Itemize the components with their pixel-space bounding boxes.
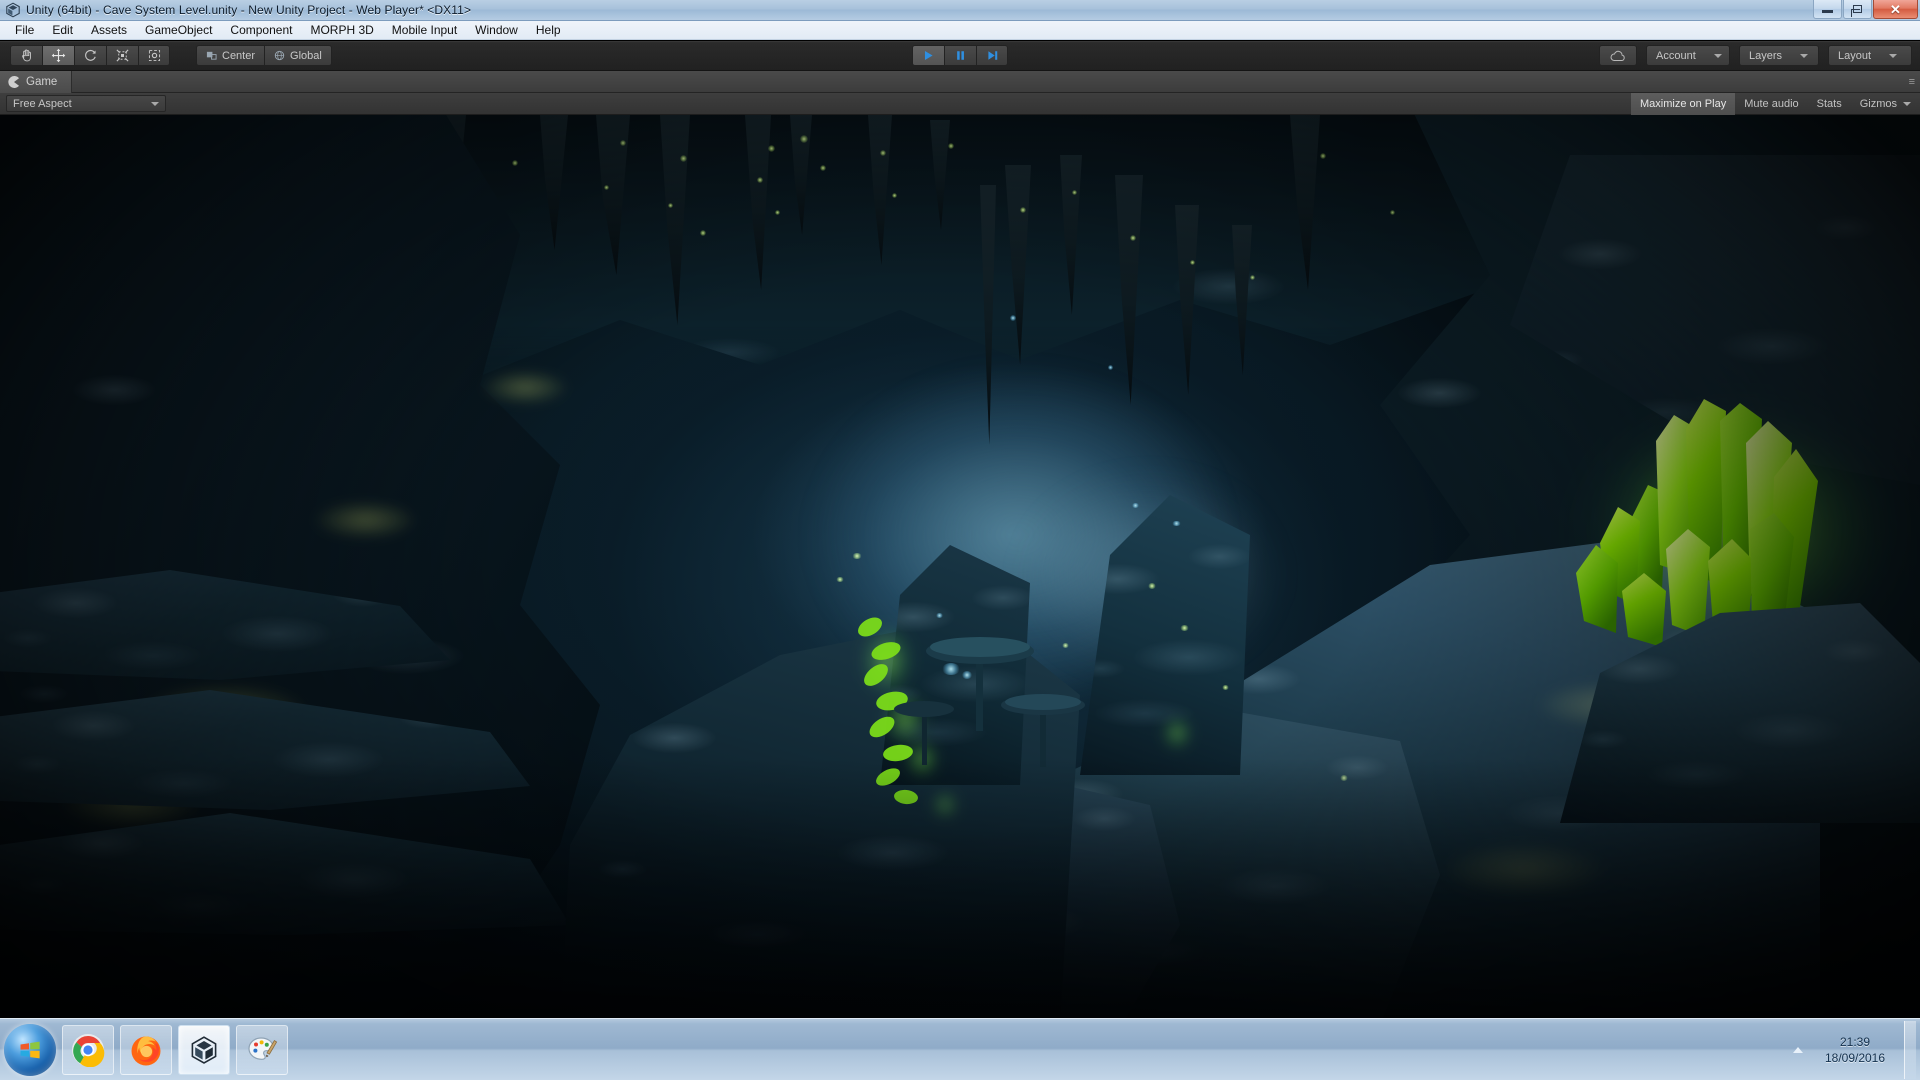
globe-icon (274, 50, 285, 61)
pause-button[interactable] (944, 45, 976, 66)
layers-dropdown[interactable]: Layers (1739, 45, 1819, 66)
unity-toolbar: Center Global Account Layers Layout (0, 41, 1920, 71)
game-view-control-bar: Free Aspect Maximize on Play Mute audio … (0, 92, 1920, 115)
windows-taskbar: 21:39 18/09/2016 (0, 1018, 1920, 1080)
cave-scene (0, 115, 1920, 1018)
pivot-center-icon (206, 51, 217, 60)
menu-gameobject[interactable]: GameObject (136, 21, 221, 39)
chevron-down-icon (1713, 53, 1722, 58)
pivot-mode-label: Center (222, 49, 256, 62)
gizmos-dropdown[interactable]: Gizmos (1851, 93, 1920, 115)
maximize-on-play-toggle[interactable]: Maximize on Play (1631, 92, 1736, 115)
show-hidden-icons-button[interactable] (1787, 1030, 1809, 1070)
collab-cloud-button[interactable] (1599, 45, 1637, 66)
system-tray: 21:39 18/09/2016 (1787, 1019, 1920, 1080)
chevron-down-icon (151, 101, 159, 106)
menu-morph-3d[interactable]: MORPH 3D (301, 21, 382, 39)
unity-app-icon (5, 2, 21, 18)
account-dropdown[interactable]: Account (1646, 45, 1730, 66)
chevron-down-icon (1903, 101, 1911, 106)
triangle-up-icon (1793, 1046, 1803, 1053)
aspect-ratio-label: Free Aspect (13, 97, 72, 110)
clock-time: 21:39 (1839, 1034, 1871, 1049)
menu-edit[interactable]: Edit (43, 21, 82, 39)
menu-window[interactable]: Window (466, 21, 527, 39)
paint-icon (248, 1036, 278, 1060)
play-button[interactable] (912, 45, 944, 66)
rect-transform-icon (148, 49, 160, 62)
account-label: Account (1656, 49, 1696, 62)
pivot-rotation-toggles: Center Global (196, 45, 332, 66)
taskbar-paint[interactable] (236, 1024, 288, 1075)
minimize-button[interactable] (1813, 0, 1842, 19)
rotation-mode-label: Global (290, 49, 322, 62)
stats-label: Stats (1816, 97, 1842, 110)
windows-logo-icon (20, 1041, 40, 1058)
show-desktop-button[interactable] (1904, 1020, 1916, 1079)
layout-dropdown[interactable]: Layout (1828, 45, 1912, 66)
pause-icon (957, 51, 964, 60)
toolbar-right-group: Account Layers Layout (1599, 45, 1912, 66)
panel-tab-strip: Game ≡ (0, 70, 1920, 93)
rotate-icon (85, 49, 96, 61)
minimize-icon (1822, 10, 1833, 13)
restore-button[interactable] (1843, 0, 1872, 19)
rotation-mode-button[interactable]: Global (264, 45, 332, 66)
tab-game[interactable]: Game (0, 70, 73, 93)
taskbar-unity[interactable] (178, 1024, 230, 1075)
firefox-icon (131, 1036, 161, 1065)
pivot-mode-button[interactable]: Center (196, 45, 265, 66)
tab-context-menu-icon[interactable]: ≡ (1909, 76, 1916, 88)
unity-editor-window: Unity (64bit) - Cave System Level.unity … (0, 0, 1920, 1080)
chrome-icon (72, 1033, 105, 1067)
window-title: Unity (64bit) - Cave System Level.unity … (26, 3, 472, 17)
tab-game-label: Game (26, 75, 58, 88)
menu-bar: File Edit Assets GameObject Component MO… (0, 21, 1920, 40)
clock-date: 18/09/2016 (1824, 1050, 1886, 1065)
scene-vignette (0, 115, 1920, 1018)
menu-assets[interactable]: Assets (82, 21, 136, 39)
mute-audio-toggle[interactable]: Mute audio (1735, 93, 1807, 115)
game-view-icon (8, 75, 19, 88)
scale-icon (116, 49, 129, 62)
gizmos-label: Gizmos (1859, 97, 1897, 110)
menu-component[interactable]: Component (221, 21, 301, 39)
rotate-tool-button[interactable] (74, 45, 106, 66)
hand-tool-button[interactable] (10, 45, 42, 66)
maximize-on-play-label: Maximize on Play (1640, 97, 1727, 110)
mute-audio-label: Mute audio (1744, 97, 1799, 110)
cloud-icon (1610, 50, 1625, 61)
taskbar-chrome[interactable] (62, 1024, 114, 1075)
stats-toggle[interactable]: Stats (1808, 93, 1851, 115)
close-icon: ✕ (1890, 1, 1901, 17)
scale-tool-button[interactable] (106, 45, 138, 66)
restore-icon (1851, 5, 1862, 17)
chevron-down-icon (1800, 53, 1809, 58)
title-bar: Unity (64bit) - Cave System Level.unity … (0, 0, 1920, 21)
play-icon (924, 51, 933, 60)
chevron-down-icon (1889, 53, 1898, 58)
rect-tool-button[interactable] (138, 45, 170, 66)
step-icon (987, 51, 997, 60)
move-tool-button[interactable] (42, 45, 74, 66)
start-button[interactable] (4, 1023, 56, 1076)
hand-icon (22, 49, 31, 62)
aspect-ratio-dropdown[interactable]: Free Aspect (6, 95, 166, 112)
menu-file[interactable]: File (6, 21, 43, 39)
play-controls (912, 45, 1008, 66)
clock[interactable]: 21:39 18/09/2016 (1809, 1028, 1901, 1072)
menu-help[interactable]: Help (527, 21, 570, 39)
unity-icon (191, 1035, 217, 1064)
step-button[interactable] (976, 45, 1008, 66)
menu-mobile-input[interactable]: Mobile Input (383, 21, 466, 39)
game-view-toggles: Maximize on Play Mute audio Stats Gizmos (1631, 92, 1920, 115)
move-arrows-icon (51, 48, 66, 63)
layout-label: Layout (1838, 49, 1872, 62)
transform-tools (10, 45, 170, 66)
taskbar-firefox[interactable] (120, 1024, 172, 1075)
game-render-area[interactable] (0, 115, 1920, 1018)
close-button[interactable]: ✕ (1873, 0, 1918, 19)
layers-label: Layers (1749, 49, 1783, 62)
window-controls: ✕ (1813, 0, 1918, 19)
